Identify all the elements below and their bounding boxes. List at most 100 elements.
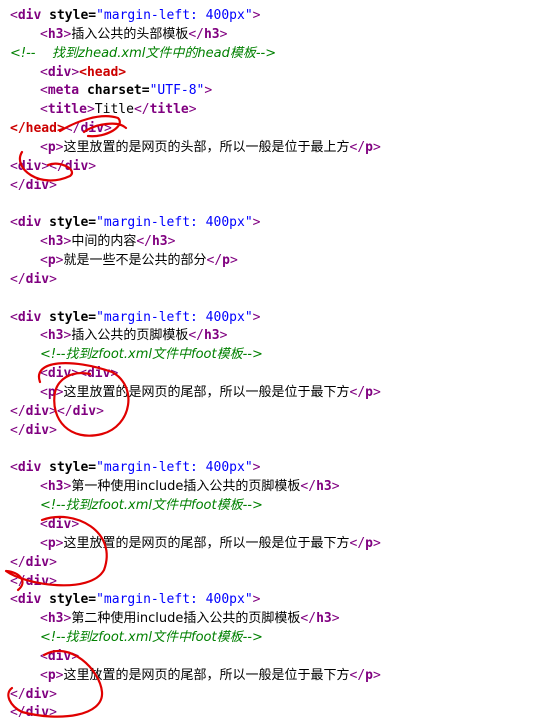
code-token: "margin-left: 400px" [96,309,253,325]
code-token: div [72,403,97,419]
code-token: </ [136,234,152,250]
code-token: p [47,385,56,400]
code-token: h3 [47,26,64,42]
code-token: > [71,516,80,532]
code-token: </ [133,102,150,118]
code-token: > [252,460,261,476]
code-line: </div></div> [10,402,104,421]
code-token: </ [349,139,366,155]
code-line: <h3>插入公共的头部模板</h3> [40,25,227,44]
code-token: style= [41,215,97,231]
code-token: div [47,64,72,80]
code-token: < [40,535,48,551]
code-token: 这里放置的是网页的尾部，所以一般是位于最下方 [63,535,350,551]
code-token: style= [41,592,97,608]
code-token: > [88,158,97,174]
code-token: > [219,26,228,42]
code-token: h3 [316,611,332,627]
code-line: </div> [10,270,57,289]
code-token: < [40,479,48,495]
code-line: <div style="margin-left: 400px"> [10,6,260,25]
code-line: <div style="margin-left: 400px"> [10,213,260,232]
code-line: <div><div> [40,364,118,383]
code-line: <title>Title</title> [40,100,197,119]
code-line: <p>就是一些不是公共的部分</p> [40,251,238,270]
code-token: > [331,479,340,495]
code-token: > [41,158,50,174]
code-line: <div style="margin-left: 400px"> [10,308,260,327]
code-line: <p>这里放置的是网页的头部，所以一般是位于最上方</p> [40,138,381,157]
code-token: < [10,158,18,174]
code-token: > [252,8,261,23]
code-editor[interactable]: <div style="margin-left: 400px"> <h3>插入公共… [0,0,545,726]
code-line: </div> [10,553,57,572]
code-token: 这里放置的是网页的尾部，所以一般是位于最下方 [63,667,350,683]
code-token: > [167,234,176,250]
code-token: < [79,64,87,80]
code-token: "margin-left: 400px" [96,460,253,476]
code-line: <!-- 找到zhead.xml文件中的head模板--> [10,44,276,63]
code-line: <div style="margin-left: 400px"> [10,458,260,477]
code-token: p [47,253,56,269]
code-token: div [25,422,50,438]
code-token: < [79,366,87,382]
code-token: div [17,158,42,174]
code-token: p [365,667,373,683]
code-token: div [47,516,72,532]
code-line: <p>这里放置的是网页的尾部，所以一般是位于最下方</p> [40,383,381,402]
code-line: <div><head> [40,63,126,82]
code-token: > [56,121,65,137]
code-token: > [49,422,57,438]
code-line: </div> [10,176,57,195]
code-token: < [40,667,48,683]
code-line: <p>这里放置的是网页的尾部，所以一般是位于最下方</p> [40,666,381,685]
code-token: </ [206,253,223,269]
code-token: p [365,139,373,155]
code-token: < [40,648,48,664]
code-token: < [10,460,18,476]
code-token: 第二种使用include插入公共的页脚模板 [71,611,301,627]
code-token: < [10,592,18,608]
code-token: > [49,403,57,419]
code-token: > [372,667,381,683]
code-line: </head></div> [10,119,112,138]
code-token: > [49,554,57,570]
code-token: > [71,648,80,664]
code-token: title [47,102,87,118]
code-token: h3 [203,328,220,344]
code-token: < [40,516,48,532]
code-token: h3 [151,234,168,250]
code-token: div [25,686,50,702]
code-line: <div style="margin-left: 400px"> [10,590,260,609]
code-line: <!--找到zfoot.xml文件中foot模板--> [40,628,263,647]
code-line: <div> [40,515,79,534]
code-token: style= [41,309,97,325]
code-token: </ [188,26,204,42]
code-token: p [365,535,373,551]
code-token: > [110,366,119,382]
code-token: <!--找到zfoot.xml文件中foot模板--> [40,498,263,514]
code-token: </ [10,573,26,589]
code-token: > [49,705,57,721]
code-token: div [17,8,42,23]
code-line: <!--找到zfoot.xml文件中foot模板--> [40,496,263,515]
code-token: > [204,83,213,99]
code-token: > [188,102,197,118]
code-token: </ [188,328,204,344]
code-token: h3 [47,479,64,495]
code-line: <h3>中间的内容</h3> [40,232,175,251]
code-line: <p>这里放置的是网页的尾部，所以一般是位于最下方</p> [40,534,381,553]
code-token: <!--找到zfoot.xml文件中foot模板--> [40,347,263,363]
code-token: 中间的内容 [71,234,137,250]
code-token: h3 [203,26,220,42]
code-token: > [49,573,57,589]
code-token: head [25,121,57,137]
code-token: > [219,328,228,344]
code-token: > [71,64,80,80]
code-token: </ [10,121,26,137]
code-token: head [86,64,119,80]
code-line: </div> [10,685,57,704]
code-token: </ [349,385,366,400]
code-token: > [103,121,112,137]
code-line: <h3>第二种使用include插入公共的页脚模板</h3> [40,609,340,628]
